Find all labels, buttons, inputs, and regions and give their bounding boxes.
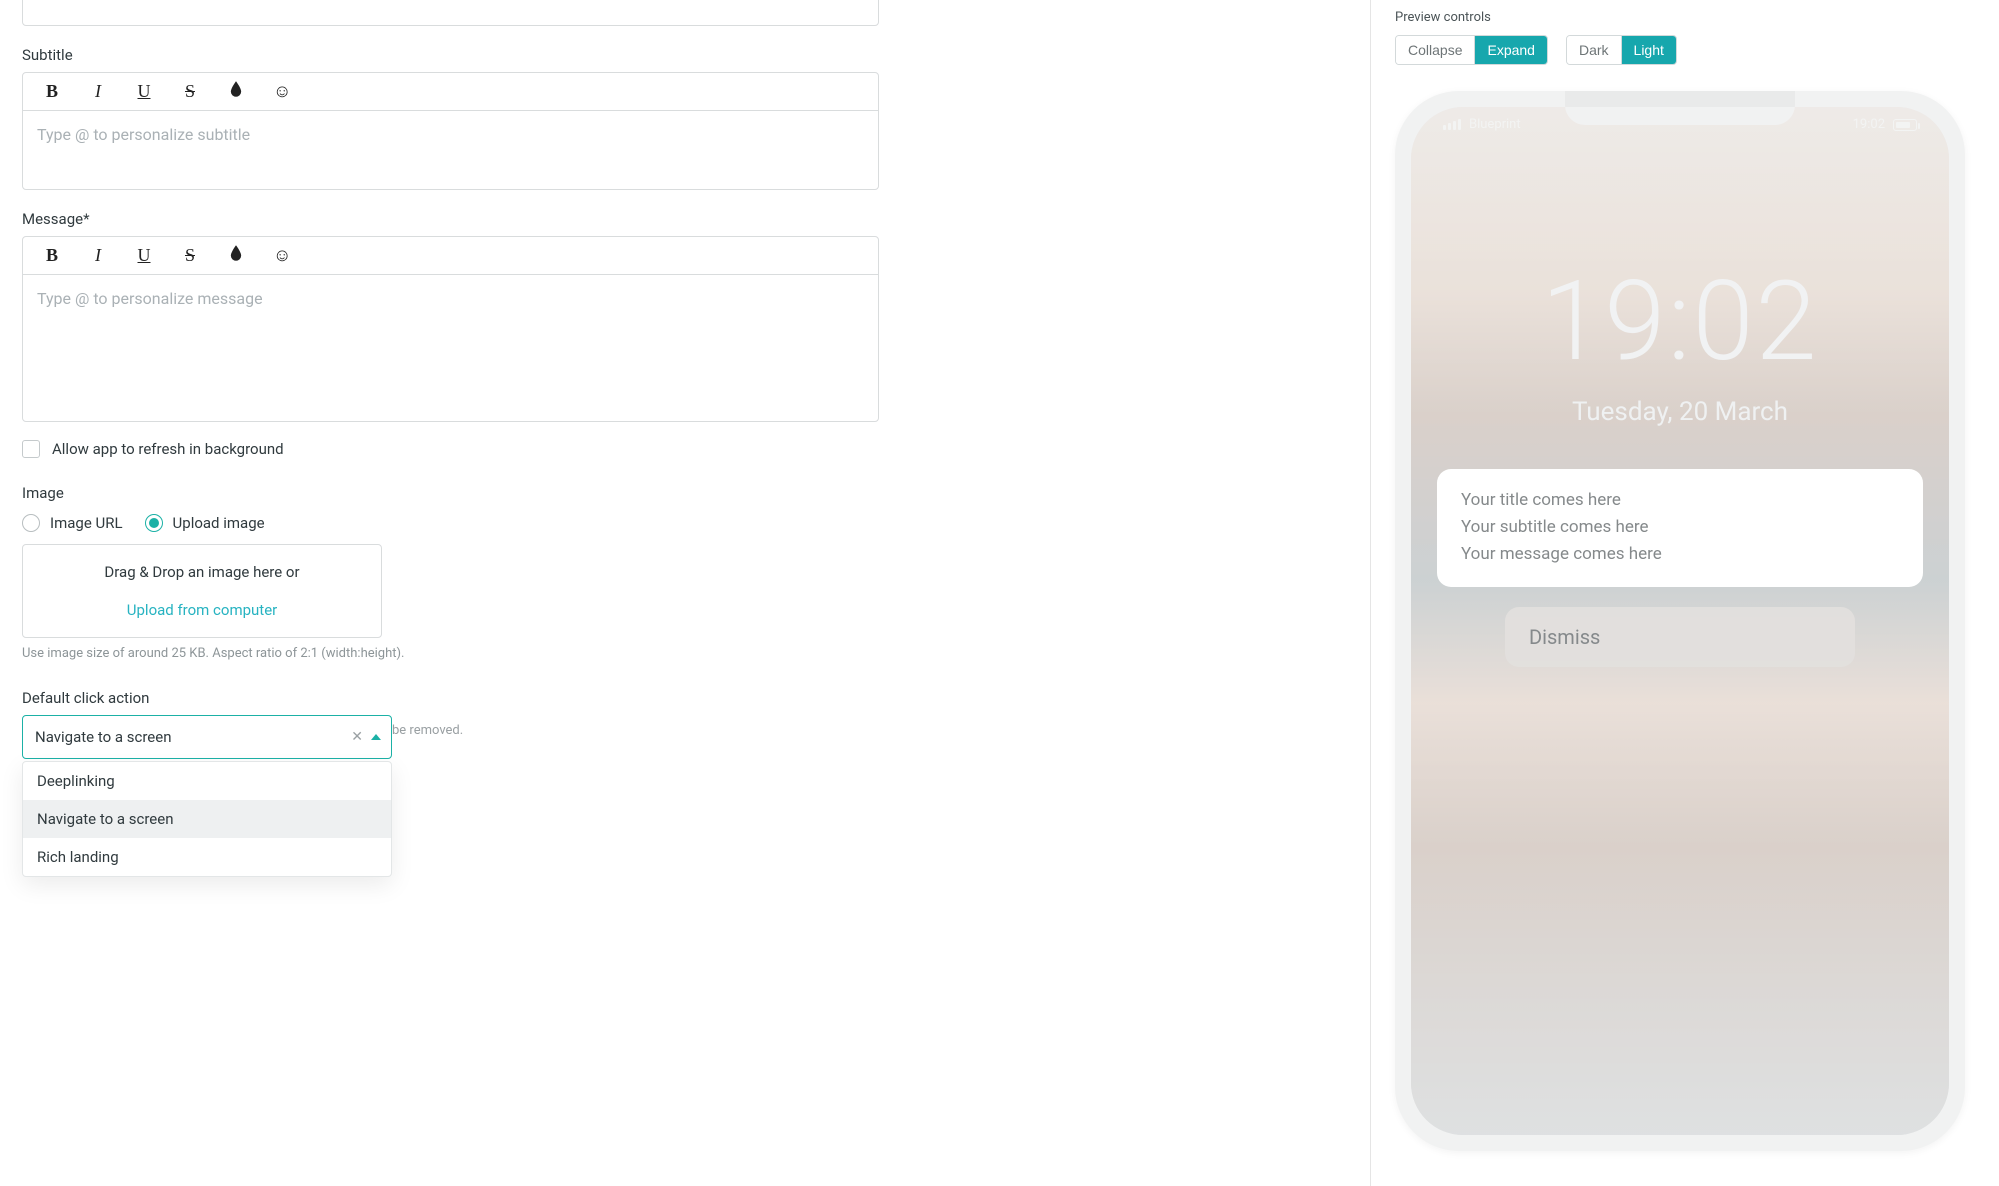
- image-url-radio[interactable]: Image URL: [22, 514, 123, 532]
- upload-image-radio[interactable]: Upload image: [145, 514, 265, 532]
- chevron-up-icon[interactable]: [371, 734, 381, 740]
- bold-icon[interactable]: B: [43, 81, 61, 102]
- status-time: 19:02: [1853, 117, 1885, 132]
- message-input[interactable]: Type @ to personalize message: [23, 275, 878, 421]
- image-hint: Use image size of around 25 KB. Aspect r…: [22, 646, 934, 661]
- subtitle-label: Subtitle: [22, 46, 934, 64]
- bold-icon[interactable]: B: [43, 245, 61, 266]
- battery-icon: [1893, 119, 1917, 131]
- carrier-label: Blueprint: [1469, 117, 1521, 132]
- strikethrough-icon[interactable]: S: [181, 81, 199, 102]
- subtitle-input[interactable]: Type @ to personalize subtitle: [23, 111, 878, 189]
- notification-card: Your title comes here Your subtitle come…: [1437, 469, 1923, 587]
- dismiss-button[interactable]: Dismiss: [1505, 607, 1855, 667]
- image-label: Image: [22, 484, 934, 502]
- phone-screen: Blueprint 19:02 19:02 Tuesday, 20 March …: [1411, 107, 1949, 1135]
- italic-icon[interactable]: I: [89, 81, 107, 102]
- message-toolbar: B I U S ☺: [23, 237, 878, 275]
- collapse-button[interactable]: Collapse: [1396, 36, 1474, 64]
- notification-subtitle: Your subtitle comes here: [1461, 514, 1899, 541]
- dropzone-text: Drag & Drop an image here or: [104, 563, 299, 581]
- lock-date: Tuesday, 20 March: [1411, 397, 1949, 427]
- image-dropzone[interactable]: Drag & Drop an image here or Upload from…: [22, 544, 382, 638]
- strikethrough-icon[interactable]: S: [181, 245, 199, 266]
- refresh-checkbox[interactable]: [22, 440, 40, 458]
- message-label: Message*: [22, 210, 934, 228]
- click-action-dropdown: Deeplinking Navigate to a screen Rich la…: [22, 761, 392, 877]
- collapse-expand-segment: Collapse Expand: [1395, 35, 1548, 65]
- notification-message: Your message comes here: [1461, 541, 1899, 568]
- subtitle-editor: B I U S ☺ Type @ to personalize subtitle: [22, 72, 879, 190]
- phone-notch: [1565, 91, 1795, 125]
- click-action-select[interactable]: Navigate to a screen ✕: [22, 715, 392, 759]
- phone-preview: Blueprint 19:02 19:02 Tuesday, 20 March …: [1395, 91, 1965, 1151]
- refresh-checkbox-label: Allow app to refresh in background: [52, 440, 284, 458]
- color-drop-icon[interactable]: [227, 245, 245, 266]
- dark-light-segment: Dark Light: [1566, 35, 1677, 65]
- click-action-value: Navigate to a screen: [35, 728, 171, 746]
- hint-partial-text: be removed.: [392, 723, 934, 738]
- signal-bars-icon: [1443, 119, 1461, 130]
- italic-icon[interactable]: I: [89, 245, 107, 266]
- subtitle-toolbar: B I U S ☺: [23, 73, 878, 111]
- message-editor: B I U S ☺ Type @ to personalize message: [22, 236, 879, 422]
- preview-controls-label: Preview controls: [1395, 10, 1975, 25]
- underline-icon[interactable]: U: [135, 81, 153, 102]
- click-action-label: Default click action: [22, 689, 934, 707]
- expand-button[interactable]: Expand: [1474, 36, 1546, 64]
- dd-option-rich-landing[interactable]: Rich landing: [23, 838, 391, 876]
- clear-icon[interactable]: ✕: [351, 729, 363, 745]
- image-url-radio-label: Image URL: [50, 514, 123, 532]
- title-input-bottom-edge[interactable]: [22, 0, 879, 26]
- dark-button[interactable]: Dark: [1567, 36, 1621, 64]
- lock-clock: 19:02: [1411, 257, 1949, 386]
- upload-from-computer-link[interactable]: Upload from computer: [33, 601, 371, 619]
- upload-image-radio-label: Upload image: [173, 514, 265, 532]
- light-button[interactable]: Light: [1621, 36, 1676, 64]
- dd-option-deeplinking[interactable]: Deeplinking: [23, 762, 391, 800]
- notification-title: Your title comes here: [1461, 487, 1899, 514]
- emoji-icon[interactable]: ☺: [273, 81, 291, 102]
- color-drop-icon[interactable]: [227, 81, 245, 102]
- dd-option-navigate[interactable]: Navigate to a screen: [23, 800, 391, 838]
- emoji-icon[interactable]: ☺: [273, 245, 291, 266]
- underline-icon[interactable]: U: [135, 245, 153, 266]
